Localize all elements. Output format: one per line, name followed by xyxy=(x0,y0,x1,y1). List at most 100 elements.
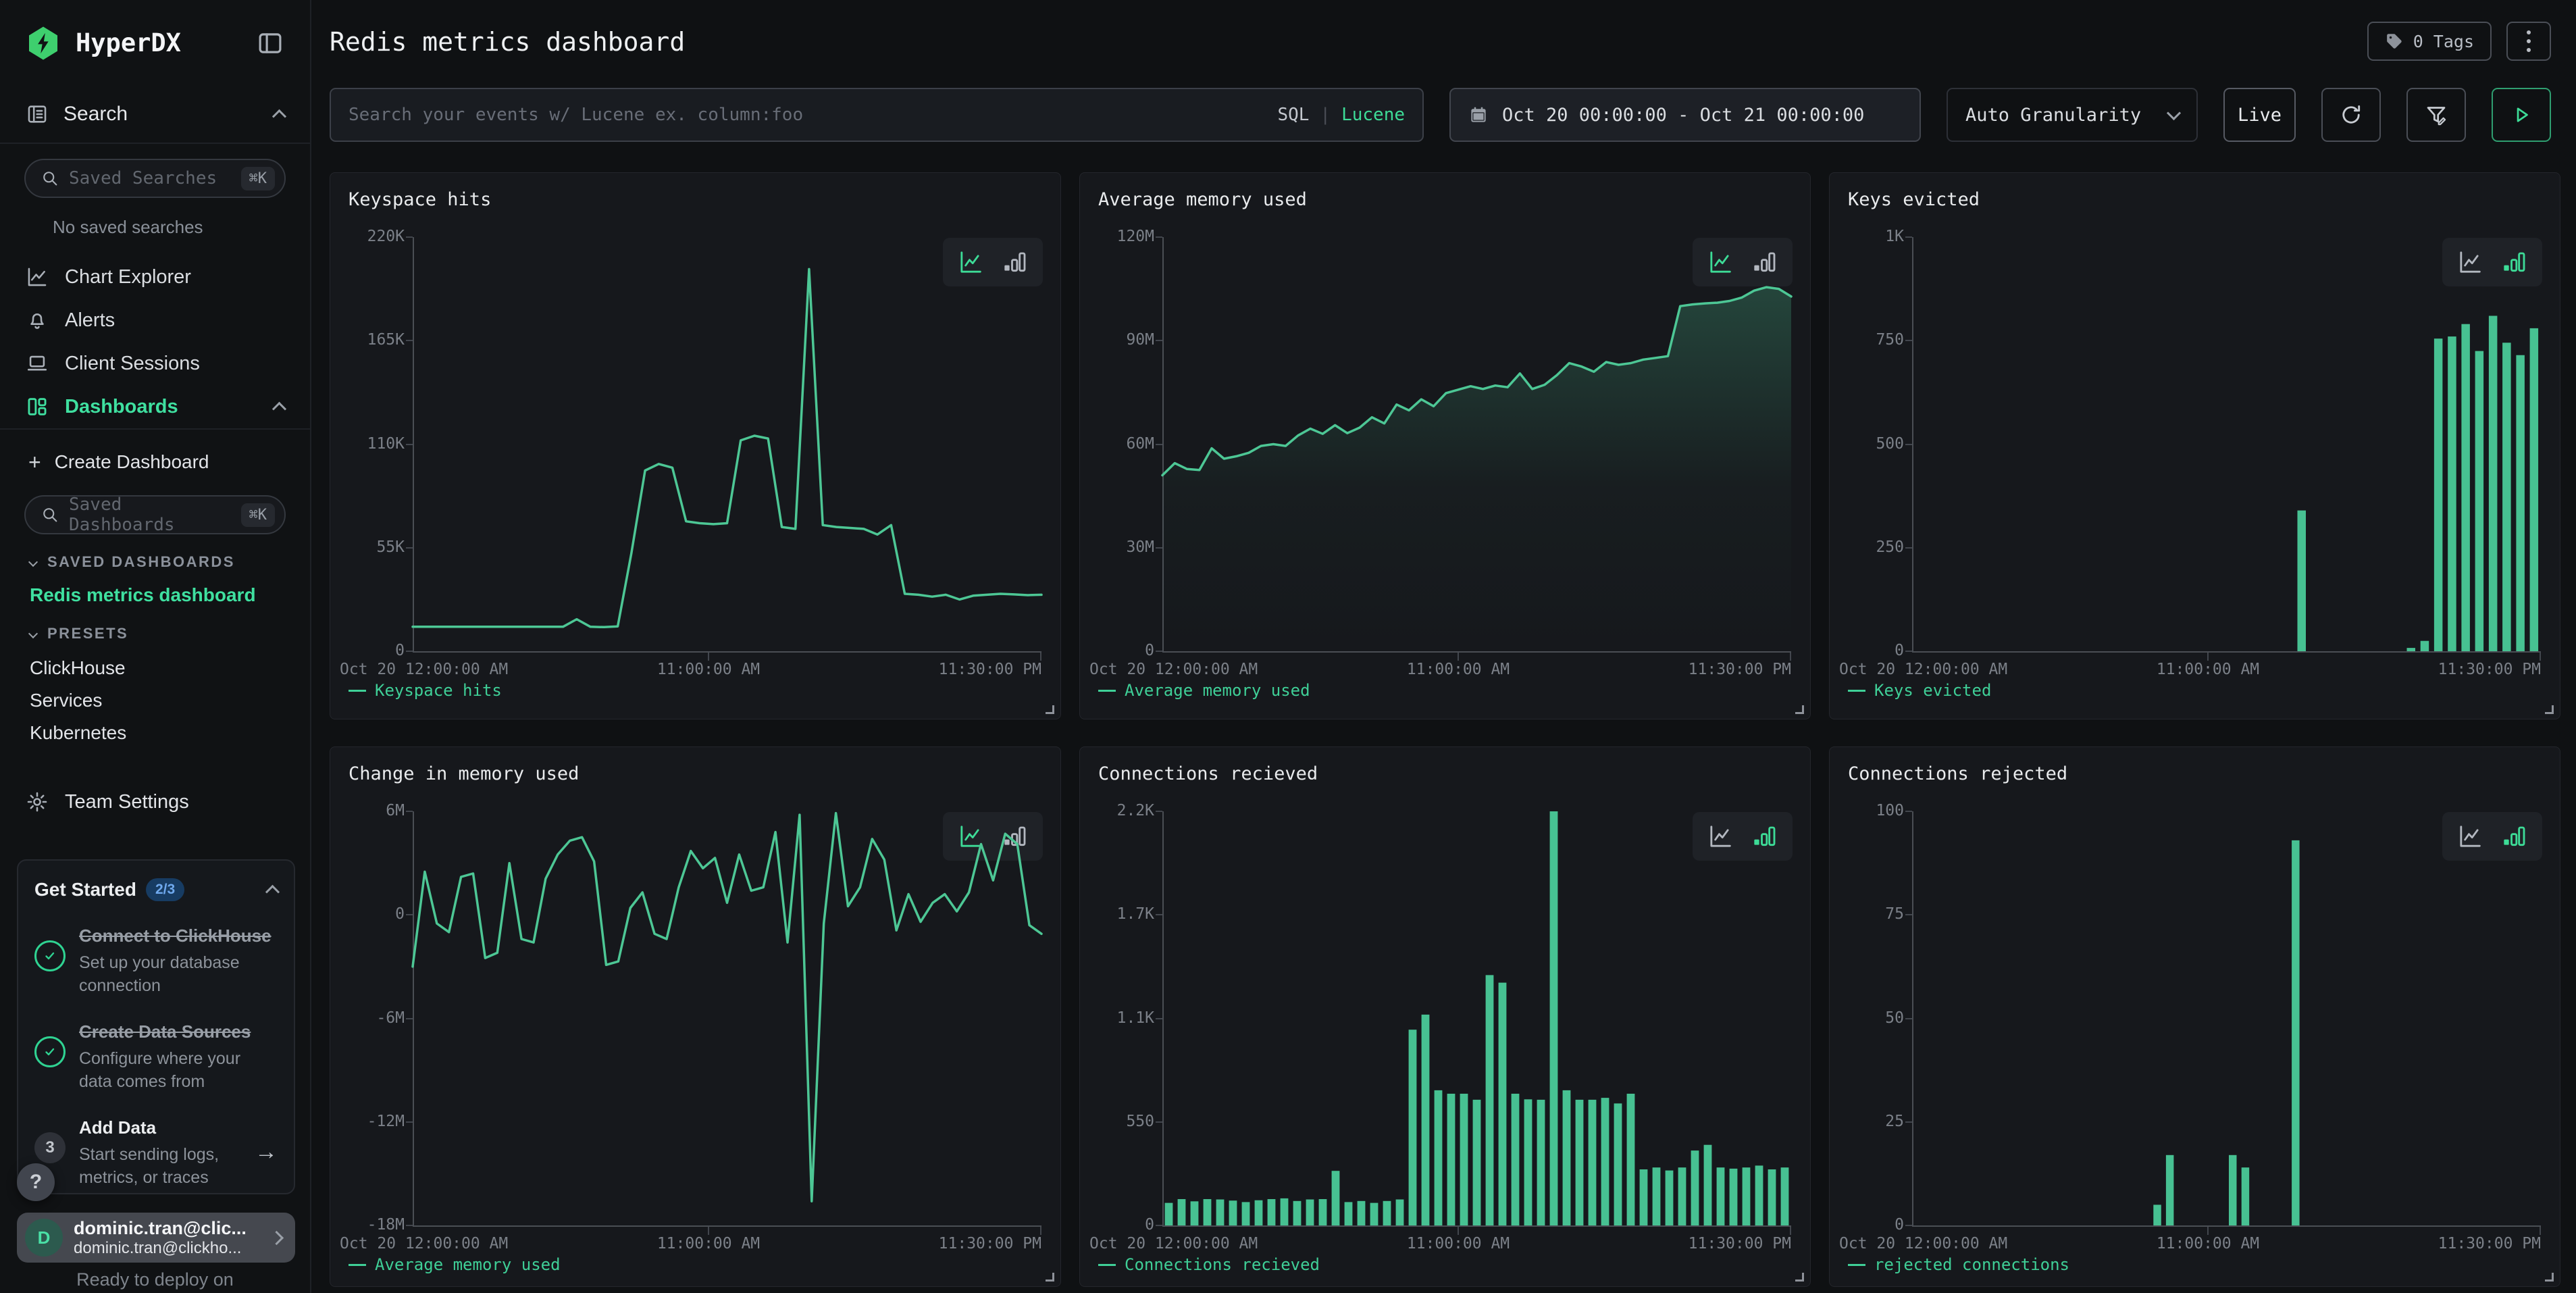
x-tick-label: 11:00:00 AM xyxy=(657,661,760,678)
chart-legend[interactable]: Keyspace hits xyxy=(349,681,502,700)
search-icon xyxy=(41,505,59,524)
chart-plot-area[interactable] xyxy=(1162,237,1791,651)
user-menu[interactable]: D dominic.tran@clic... dominic.tran@clic… xyxy=(17,1213,295,1263)
presets-group-header[interactable]: PRESETS xyxy=(30,624,310,644)
chart-legend[interactable]: Keys evicted xyxy=(1848,681,1991,700)
sidebar-item-redis-dashboard[interactable]: Redis metrics dashboard xyxy=(30,584,310,607)
y-axis-tick xyxy=(406,340,413,341)
y-axis-tick xyxy=(1156,1121,1162,1123)
sidebar-collapse-button[interactable] xyxy=(255,28,286,59)
y-tick-label: 55K xyxy=(330,538,405,556)
y-tick-label: 220K xyxy=(330,228,405,245)
sidebar-item-client-sessions[interactable]: Client Sessions xyxy=(0,342,310,385)
chevron-up-icon xyxy=(265,884,280,898)
live-button[interactable]: Live xyxy=(2223,88,2296,142)
x-axis-tick xyxy=(2540,1227,2541,1235)
saved-dashboards-group-header[interactable]: SAVED DASHBOARDS xyxy=(30,552,310,572)
sidebar-item-dashboards[interactable]: Dashboards xyxy=(0,385,310,430)
create-dashboard-label: Create Dashboard xyxy=(55,451,209,473)
run-query-button[interactable] xyxy=(2492,88,2551,142)
preset-item-kubernetes[interactable]: Kubernetes xyxy=(30,717,310,749)
help-button[interactable]: ? xyxy=(17,1163,55,1201)
y-axis-tick xyxy=(1156,1018,1162,1019)
bell-icon xyxy=(26,309,49,332)
granularity-select[interactable]: Auto Granularity xyxy=(1947,88,2198,142)
get-started-item-datasources[interactable]: Create Data Sources Configure where your… xyxy=(34,1019,278,1093)
chart-plot-area[interactable] xyxy=(413,237,1041,651)
sidebar-item-alerts[interactable]: Alerts xyxy=(0,299,310,342)
resize-handle-icon[interactable] xyxy=(1795,1273,1804,1282)
x-axis-tick xyxy=(1790,653,1791,661)
y-axis-tick xyxy=(1156,914,1162,915)
x-tick-label: 11:00:00 AM xyxy=(2157,661,2259,678)
y-axis-tick xyxy=(406,236,413,238)
sidebar-item-search[interactable]: Search xyxy=(0,86,310,144)
saved-dashboards-input[interactable]: Saved Dashboards ⌘K xyxy=(24,495,286,534)
get-started-item-add-data[interactable]: 3 Add Data Start sending logs, metrics, … xyxy=(34,1115,278,1189)
get-started-item-connect[interactable]: Connect to ClickHouse Set up your databa… xyxy=(34,923,278,997)
tag-icon xyxy=(2385,32,2404,51)
x-tick-label: 11:30:00 PM xyxy=(2438,661,2541,678)
chart-plot-area[interactable] xyxy=(413,811,1041,1225)
x-tick-label: 11:30:00 PM xyxy=(2438,1235,2541,1252)
gear-icon xyxy=(26,790,49,813)
tags-button[interactable]: 0 Tags xyxy=(2367,22,2492,61)
saved-searches-input[interactable]: Saved Searches ⌘K xyxy=(24,159,286,198)
legend-label: Keys evicted xyxy=(1874,681,1991,700)
x-tick-label: 11:00:00 AM xyxy=(1407,1235,1510,1252)
legend-dash-icon xyxy=(1098,690,1116,692)
search-icon xyxy=(41,169,59,188)
y-axis-tick xyxy=(1156,547,1162,549)
get-started-header[interactable]: Get Started 2/3 xyxy=(34,878,278,901)
lucene-toggle[interactable]: Lucene xyxy=(1341,105,1405,125)
y-axis-tick xyxy=(1156,236,1162,238)
refresh-button[interactable] xyxy=(2321,88,2381,142)
chart-legend[interactable]: Connections recieved xyxy=(1098,1255,1320,1274)
sidebar: HyperDX Search Saved Searches ⌘K No save… xyxy=(0,0,311,1293)
more-options-button[interactable] xyxy=(2506,22,2551,61)
get-started-item-subtitle: Set up your database connection xyxy=(79,951,278,997)
chart-plot-area[interactable] xyxy=(1912,237,2541,651)
sidebar-item-chart-explorer[interactable]: Chart Explorer xyxy=(0,255,310,299)
chart-legend[interactable]: Average memory used xyxy=(349,1255,561,1274)
create-dashboard-button[interactable]: + Create Dashboard xyxy=(0,442,310,482)
y-axis-tick xyxy=(1905,811,1912,812)
preset-item-clickhouse[interactable]: ClickHouse xyxy=(30,652,310,684)
y-tick-label: 2.2K xyxy=(1080,802,1154,819)
chart-legend[interactable]: rejected connections xyxy=(1848,1255,2069,1274)
chart-legend[interactable]: Average memory used xyxy=(1098,681,1310,700)
date-range-picker[interactable]: Oct 20 00:00:00 - Oct 21 00:00:00 xyxy=(1449,88,1921,142)
app-root: HyperDX Search Saved Searches ⌘K No save… xyxy=(0,0,2576,1293)
legend-dash-icon xyxy=(1848,1264,1865,1266)
sql-toggle[interactable]: SQL xyxy=(1277,105,1309,125)
laptop-icon xyxy=(26,352,49,375)
chart-plot-area[interactable] xyxy=(1912,811,2541,1225)
sidebar-item-label: Chart Explorer xyxy=(65,266,191,288)
chart-plot-area[interactable] xyxy=(1162,811,1791,1225)
resize-handle-icon[interactable] xyxy=(2545,705,2554,714)
chart-panel-keyspace-hits: Keyspace hits 220K165K110K55K0 Oct 20 12… xyxy=(330,172,1061,719)
x-axis-tick xyxy=(1458,653,1459,661)
y-tick-label: 1K xyxy=(1830,228,1904,245)
filter-button[interactable] xyxy=(2406,88,2466,142)
x-tick-label: 11:30:00 PM xyxy=(939,661,1041,678)
sidebar-item-label: Alerts xyxy=(65,309,115,332)
y-tick-label: 25 xyxy=(1830,1113,1904,1130)
y-axis-tick xyxy=(1156,340,1162,341)
chart-title: Average memory used xyxy=(1098,189,1307,210)
resize-handle-icon[interactable] xyxy=(1046,1273,1054,1282)
resize-handle-icon[interactable] xyxy=(2545,1273,2554,1282)
legend-label: Average memory used xyxy=(1125,681,1310,700)
preset-item-services[interactable]: Services xyxy=(30,684,310,717)
y-axis-tick xyxy=(406,811,413,812)
resize-handle-icon[interactable] xyxy=(1795,705,1804,714)
x-axis-line xyxy=(1912,1225,2541,1227)
play-icon xyxy=(2510,103,2533,126)
event-search-input[interactable] xyxy=(331,89,1422,141)
x-tick-label: Oct 20 12:00:00 AM xyxy=(1089,1235,1258,1252)
get-started-item-title: Connect to ClickHouse xyxy=(79,923,278,948)
sidebar-item-team-settings[interactable]: Team Settings xyxy=(0,783,310,821)
x-axis-tick xyxy=(2207,653,2209,661)
y-axis-tick xyxy=(406,444,413,445)
resize-handle-icon[interactable] xyxy=(1046,705,1054,714)
